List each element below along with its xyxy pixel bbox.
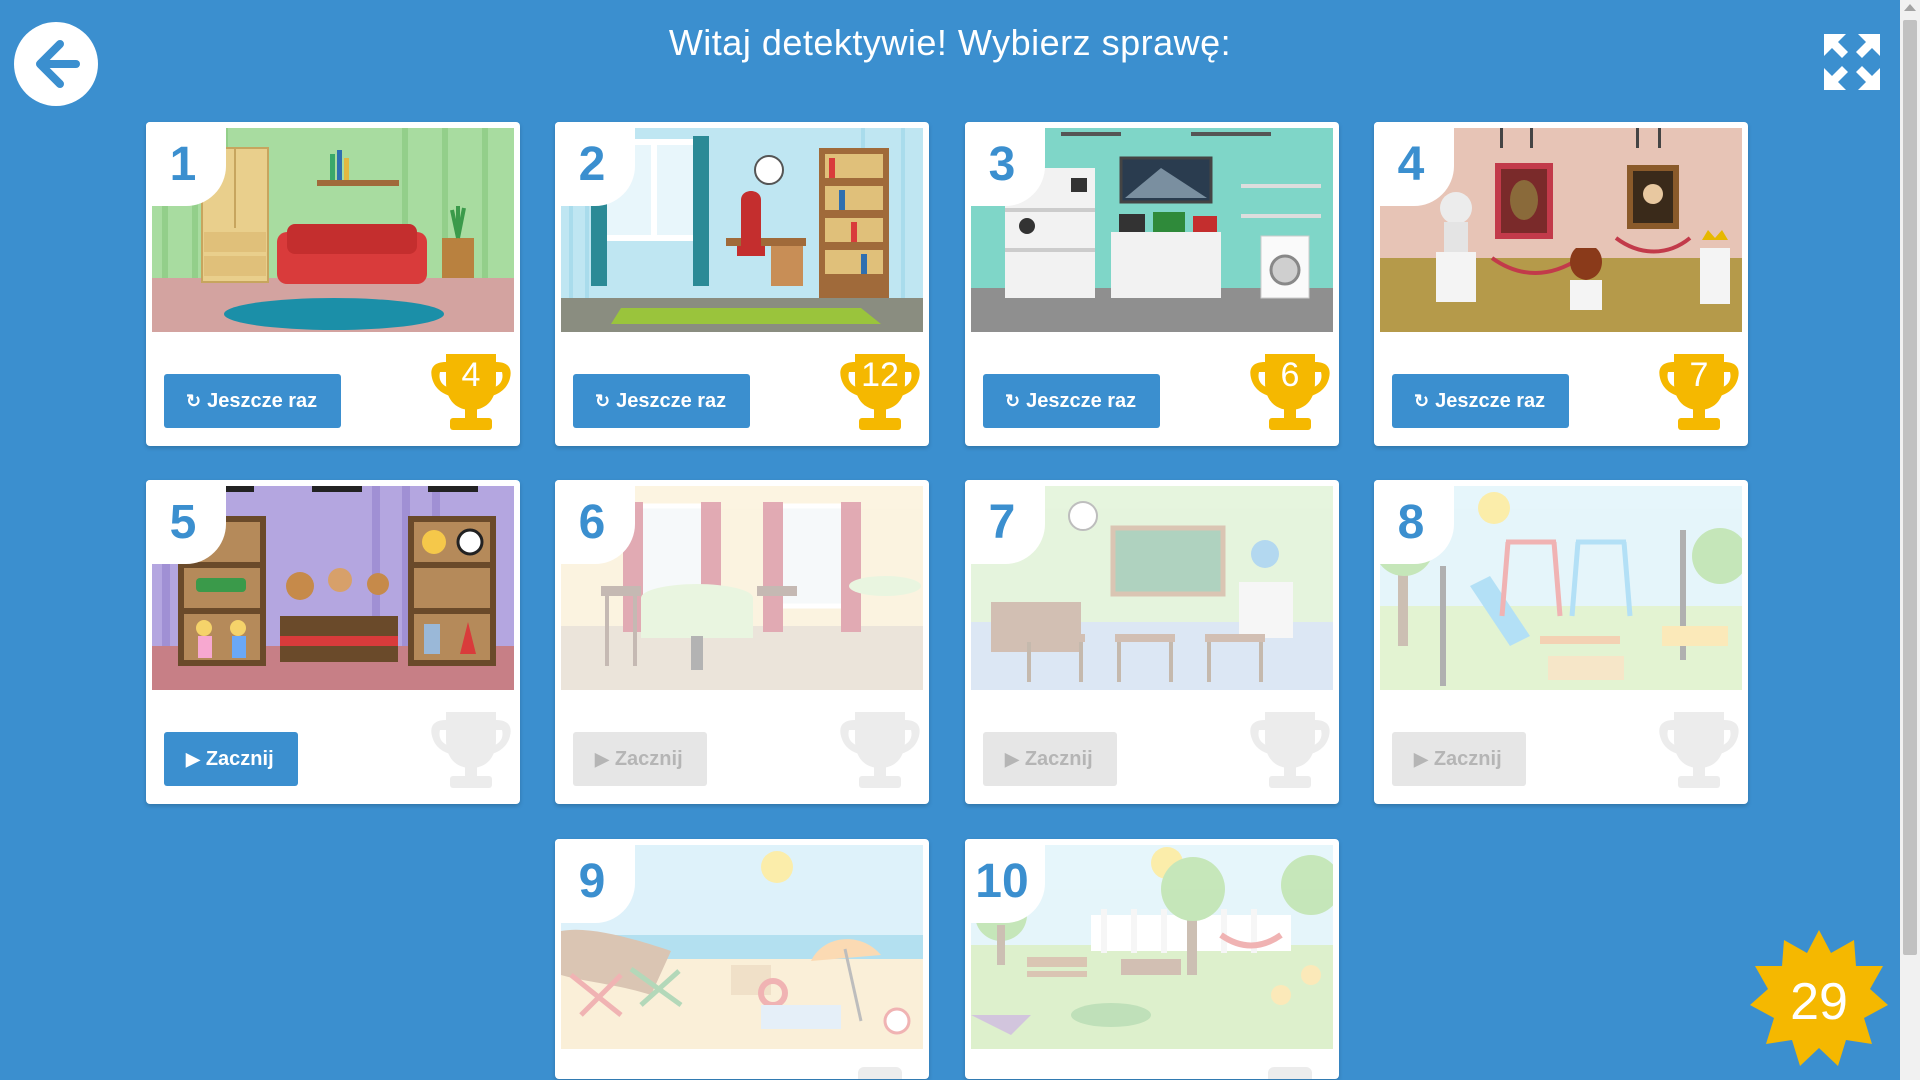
replay-button[interactable]: ↻ Jeszcze raz [983, 374, 1161, 428]
start-button-label: Zacznij [205, 747, 274, 770]
case-number: 2 [555, 122, 635, 206]
start-button-label: Zacznij [1024, 747, 1093, 770]
trophy-icon [431, 712, 511, 788]
fullscreen-button[interactable] [1822, 32, 1882, 92]
trophy [1656, 710, 1742, 792]
trophy: 4 [428, 352, 514, 434]
case-card-6: 6 ▶ Zacznij [555, 480, 929, 804]
start-button: ▶ Zacznij [1392, 732, 1526, 786]
scrollbar[interactable] [1900, 0, 1920, 1080]
trophy [837, 710, 923, 792]
rotate-icon: ↻ [595, 390, 611, 411]
scroll-up-arrow[interactable] [1904, 4, 1916, 11]
trophy-icon [858, 1067, 902, 1079]
play-icon: ▶ [595, 748, 609, 769]
play-icon: ▶ [1414, 748, 1428, 769]
play-icon: ▶ [1005, 748, 1019, 769]
trophy-icon [1659, 712, 1739, 788]
case-number: 6 [555, 480, 635, 564]
case-card-10: 10 [965, 839, 1339, 1079]
trophy: 7 [1656, 352, 1742, 434]
case-number: 7 [965, 480, 1045, 564]
page-title: Witaj detektywie! Wybierz sprawę: [668, 22, 1232, 63]
case-number: 4 [1374, 122, 1454, 206]
case-card-2[interactable]: 2 ↻ Jeszcze raz 12 [555, 122, 929, 446]
play-icon: ▶ [186, 748, 200, 769]
case-card-1[interactable]: 1 ↻ Jeszcze raz 4 [146, 122, 520, 446]
replay-button[interactable]: ↻ Jeszcze raz [573, 374, 751, 428]
start-button-label: Zacznij [614, 747, 683, 770]
replay-button[interactable]: ↻ Jeszcze raz [1392, 374, 1570, 428]
trophy-score: 4 [461, 356, 481, 394]
replay-button-label: Jeszcze raz [616, 389, 727, 412]
trophy-icon [1268, 1067, 1312, 1079]
trophy-score: 12 [861, 356, 899, 394]
case-number: 10 [965, 839, 1045, 923]
expand-arrows-icon [1824, 34, 1880, 90]
case-number: 1 [146, 122, 226, 206]
rotate-icon: ↻ [1005, 390, 1021, 411]
rotate-icon: ↻ [1414, 390, 1430, 411]
trophy-icon [1250, 712, 1330, 788]
case-card-7: 7 ▶ Zacznij [965, 480, 1339, 804]
start-button-label: Zacznij [1433, 747, 1502, 770]
trophy-score: 7 [1689, 356, 1709, 394]
case-number: 5 [146, 480, 226, 564]
case-card-8: 8 ▶ Zacznij [1374, 480, 1748, 804]
rotate-icon: ↻ [186, 390, 202, 411]
start-button[interactable]: ▶ Zacznij [164, 732, 298, 786]
trophy: 12 [837, 352, 923, 434]
total-score: 29 [1790, 973, 1848, 1031]
trophy: 6 [1247, 352, 1333, 434]
trophy [428, 710, 514, 792]
trophy-score: 6 [1280, 356, 1300, 394]
start-button: ▶ Zacznij [573, 732, 707, 786]
scroll-thumb[interactable] [1903, 20, 1917, 955]
start-button: ▶ Zacznij [983, 732, 1117, 786]
replay-button-label: Jeszcze raz [1435, 389, 1546, 412]
case-number: 8 [1374, 480, 1454, 564]
case-card-9: 9 [555, 839, 929, 1079]
trophy [1247, 710, 1333, 792]
replay-button-label: Jeszcze raz [1026, 389, 1137, 412]
case-card-3[interactable]: 3 ↻ Jeszcze raz 6 [965, 122, 1339, 446]
total-score-badge: 29 [1750, 930, 1888, 1068]
case-card-4[interactable]: 4 ↻ Jeszcze raz 7 [1374, 122, 1748, 446]
trophy-icon [840, 712, 920, 788]
arrow-left-icon [36, 40, 80, 88]
back-button[interactable] [14, 22, 98, 106]
case-number: 3 [965, 122, 1045, 206]
replay-button[interactable]: ↻ Jeszcze raz [164, 374, 342, 428]
case-number: 9 [555, 839, 635, 923]
replay-button-label: Jeszcze raz [207, 389, 318, 412]
case-card-5[interactable]: 5 ▶ Zacznij [146, 480, 520, 804]
